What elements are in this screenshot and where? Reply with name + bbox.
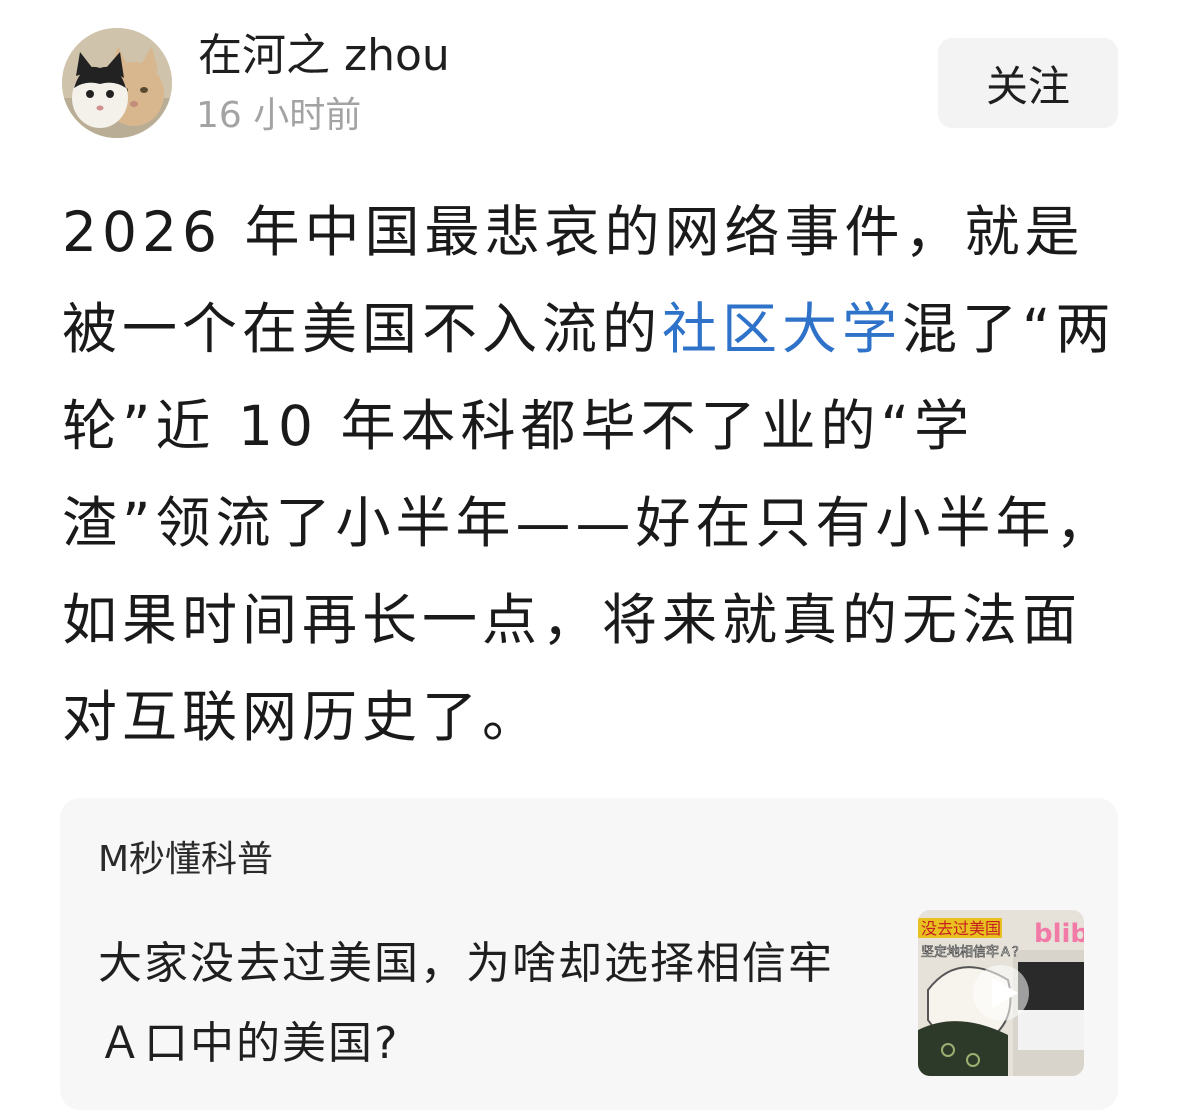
play-icon[interactable] xyxy=(973,965,1029,1021)
post-text: 2026 年中国最悲哀的网络事件，就是被一个在美国不入流的社区大学混了“两轮”近… xyxy=(62,184,1122,766)
post-text-part: 混了“两轮”近 10 年本科都毕不了业的“学渣”领流了小半年——好在只有小半年，… xyxy=(62,297,1116,749)
thumbnail-image: 没去过美国 坚定地相信牢Ａ？ blib xyxy=(918,910,1084,1076)
card-source-name: M秒懂科普 xyxy=(98,839,274,880)
card-title: 大家没去过美国，为啥却选择相信牢Ａ口中的美国? xyxy=(98,938,834,1069)
post-page: 在河之 zhou 16 小时前 关注 2026 年中国最悲哀的网络事件，就是被一… xyxy=(0,0,1179,1114)
avatar[interactable] xyxy=(62,28,172,138)
follow-button[interactable]: 关注 xyxy=(938,38,1118,128)
topic-link[interactable]: 社区大学 xyxy=(662,297,902,361)
cats-avatar-image xyxy=(62,28,172,138)
shared-video-card[interactable]: M秒懂科普 大家没去过美国，为啥却选择相信牢Ａ口中的美国? 没去过美国 坚定地相… xyxy=(60,798,1118,1110)
bilibili-logo: blib xyxy=(1034,919,1084,949)
post-timestamp: 16 小时前 xyxy=(196,95,362,136)
video-thumbnail[interactable]: 没去过美国 坚定地相信牢Ａ？ blib xyxy=(918,910,1084,1076)
thumbnail-caption-top: 没去过美国 xyxy=(921,919,1001,938)
thumbnail-caption-bottom: 坚定地相信牢Ａ？ xyxy=(921,945,1025,960)
author-name[interactable]: 在河之 zhou xyxy=(198,30,450,82)
